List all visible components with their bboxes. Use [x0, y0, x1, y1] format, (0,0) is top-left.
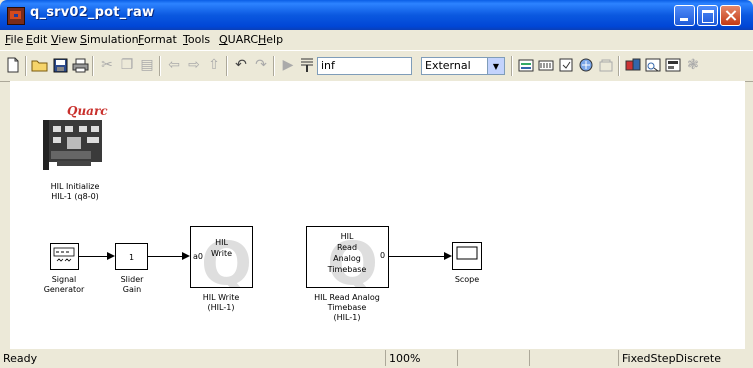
- signal-generator-label-line2: Generator: [43, 285, 85, 294]
- title-bar[interactable]: q_srv02_pot_raw: [0, 0, 753, 30]
- signal-generator-label-line1: Signal: [51, 275, 77, 284]
- toolbar: ✂ ❐ ▤ ⇦ ⇨ ⇧ ↶ ↷ ▶ inf External ▼ ❃: [0, 50, 753, 82]
- status-solver-cell: FixedStepDiscrete: [618, 350, 752, 366]
- signal-arrowhead: [444, 252, 452, 260]
- status-ready: Ready: [3, 352, 38, 365]
- hil-initialize-label: HIL Initialize HIL-1 (q8-0): [36, 182, 114, 202]
- status-solver: FixedStepDiscrete: [622, 352, 721, 365]
- status-empty-cell-2: [529, 350, 621, 366]
- scope-viewer-icon[interactable]: [643, 55, 663, 75]
- data-inspector-icon[interactable]: [663, 55, 683, 75]
- quarc-brand-logo: Quarc: [67, 104, 108, 118]
- menu-view[interactable]: View: [51, 33, 77, 46]
- signal-arrowhead: [182, 252, 190, 260]
- menu-edit[interactable]: Edit: [26, 33, 47, 46]
- signal-line[interactable]: [389, 256, 444, 257]
- slider-gain-label-line2: Gain: [122, 285, 142, 294]
- print-icon[interactable]: [70, 55, 90, 75]
- menu-quarc[interactable]: QUARC: [219, 33, 258, 46]
- status-zoom-cell: 100%: [385, 350, 457, 366]
- target-settings-icon[interactable]: ❃: [683, 55, 703, 75]
- connect-target-icon[interactable]: [536, 55, 556, 75]
- chevron-down-icon[interactable]: ▼: [487, 58, 504, 74]
- hil-write-label-line1: HIL Write: [202, 293, 240, 302]
- model-explorer-icon[interactable]: [556, 55, 576, 75]
- menu-format[interactable]: Format: [138, 33, 177, 46]
- up-arrow-icon[interactable]: ⇧: [204, 55, 224, 75]
- hil-write-block[interactable]: Q HIL Write a0: [190, 226, 253, 288]
- play-icon[interactable]: ▶: [278, 55, 298, 75]
- hil-read-analog-timebase-label: HIL Read Analog Timebase (HIL-1): [301, 293, 393, 323]
- menu-bar: File Edit View Simulation Format Tools Q…: [0, 30, 753, 49]
- simulation-mode-select[interactable]: External ▼: [421, 57, 505, 75]
- status-bar: Ready 100% FixedStepDiscrete: [0, 349, 753, 368]
- build-tuning-icon[interactable]: [297, 55, 317, 75]
- hil-read-analog-timebase-block[interactable]: Q HIL Read Analog Timebase 0: [306, 226, 389, 288]
- simulink-app-icon[interactable]: [7, 7, 25, 25]
- signal-generator-block[interactable]: [50, 243, 79, 270]
- hil-initialize-block[interactable]: Quarc: [43, 103, 108, 170]
- menu-simulation[interactable]: Simulation: [80, 33, 139, 46]
- signal-line[interactable]: [148, 256, 182, 257]
- new-icon[interactable]: [3, 55, 23, 75]
- menu-file[interactable]: File: [5, 33, 23, 46]
- simulation-mode-value: External: [425, 59, 471, 72]
- scope-block[interactable]: [452, 242, 482, 270]
- scope-screen-icon: [456, 246, 478, 260]
- model-canvas[interactable]: Quarc HIL Initialize HIL-1 (q8-0) Signal…: [10, 81, 745, 349]
- window-title: q_srv02_pot_raw: [30, 5, 155, 20]
- hil-write-label: HIL Write (HIL-1): [185, 293, 257, 313]
- hil-write-inner-line1: HIL: [215, 238, 228, 247]
- status-zoom: 100%: [389, 352, 421, 365]
- copy-icon[interactable]: ❐: [117, 55, 137, 75]
- hil-read-label-line3: (HIL-1): [333, 313, 361, 322]
- signal-generator-label: Signal Generator: [34, 275, 94, 295]
- quarc-build-icon[interactable]: [623, 55, 643, 75]
- debugger-icon[interactable]: [596, 55, 616, 75]
- incremental-build-icon[interactable]: [516, 55, 536, 75]
- forward-arrow-icon[interactable]: ⇨: [184, 55, 204, 75]
- hil-read-inner-line4: Timebase: [327, 265, 367, 274]
- scope-label: Scope: [454, 275, 480, 284]
- hil-read-inner-line1: HIL: [340, 232, 354, 241]
- cut-icon[interactable]: ✂: [97, 55, 117, 75]
- menu-tools[interactable]: Tools: [183, 33, 210, 46]
- undo-icon[interactable]: ↶: [231, 55, 251, 75]
- slider-gain-block[interactable]: 1: [115, 243, 148, 270]
- hil-initialize-label-line1: HIL Initialize: [50, 182, 100, 191]
- hil-initialize-label-line2: HIL-1 (q8-0): [51, 192, 99, 201]
- open-folder-icon[interactable]: [30, 55, 50, 75]
- save-icon[interactable]: [50, 55, 70, 75]
- back-arrow-icon[interactable]: ⇦: [164, 55, 184, 75]
- hil-write-port-label: a0: [193, 252, 203, 261]
- hil-read-port-label: 0: [380, 251, 386, 260]
- minimize-button[interactable]: [674, 5, 695, 26]
- stop-time-input[interactable]: inf: [317, 57, 412, 75]
- hil-read-inner-line3: Analog: [333, 254, 361, 263]
- signal-arrowhead: [107, 252, 115, 260]
- signal-line[interactable]: [79, 256, 107, 257]
- paste-icon[interactable]: ▤: [137, 55, 157, 75]
- status-empty-cell-1: [457, 350, 529, 366]
- library-browser-icon[interactable]: [576, 55, 596, 75]
- hil-read-label-line2: Timebase: [327, 303, 367, 312]
- menu-help[interactable]: Help: [258, 33, 283, 46]
- maximize-button[interactable]: [697, 5, 718, 26]
- hil-read-inner-line2: Read: [336, 243, 358, 252]
- slider-gain-value: 1: [128, 253, 135, 262]
- hil-write-label-line2: (HIL-1): [207, 303, 235, 312]
- redo-icon[interactable]: ↷: [251, 55, 271, 75]
- waveform-icon: [53, 247, 75, 262]
- hil-read-label-line1: HIL Read Analog: [314, 293, 380, 302]
- slider-gain-label: Slider Gain: [108, 275, 156, 295]
- slider-gain-label-line1: Slider: [120, 275, 144, 284]
- close-button[interactable]: [720, 5, 741, 26]
